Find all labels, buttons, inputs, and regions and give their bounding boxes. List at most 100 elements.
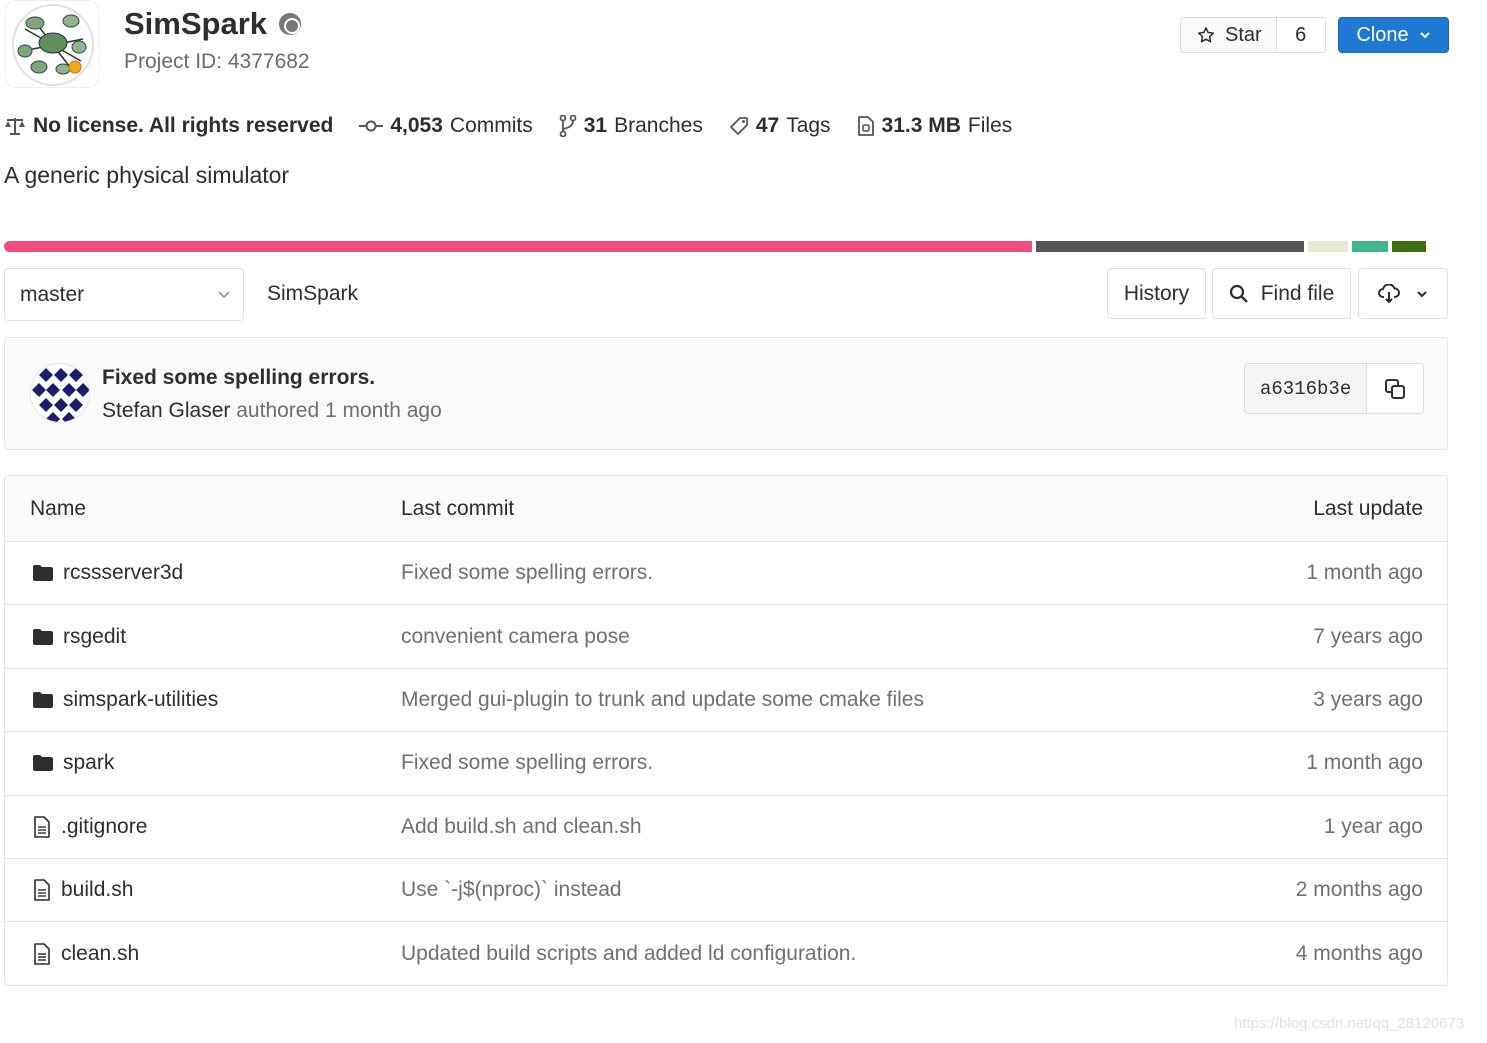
row-last-update: 4 months ago	[1295, 942, 1423, 966]
file-entry[interactable]: build.sh	[33, 878, 133, 902]
project-stats: No license. All rights reserved 4,053 Co…	[4, 114, 1038, 138]
author-avatar[interactable]	[30, 363, 90, 423]
file-icon	[34, 943, 50, 965]
star-count[interactable]: 6	[1276, 18, 1325, 52]
file-entry[interactable]: clean.sh	[33, 942, 139, 966]
branches-stat[interactable]: 31 Branches	[559, 114, 703, 138]
row-last-update: 1 year ago	[1323, 814, 1423, 838]
language-segment[interactable]	[1308, 241, 1348, 252]
file-name[interactable]: rcssserver3d	[63, 561, 183, 585]
tags-count: 47	[755, 114, 780, 137]
history-button[interactable]: History	[1107, 268, 1206, 319]
watermark: https://blog.csdn.net/qq_28120673	[1234, 1015, 1465, 1032]
commit-author[interactable]: Stefan Glaser	[102, 399, 230, 422]
row-commit-message[interactable]: Use `-j$(nproc)` instead	[401, 878, 622, 902]
branches-count: 31	[583, 114, 608, 137]
file-entry[interactable]: rsgedit	[33, 625, 126, 649]
branch-dropdown[interactable]: master	[4, 268, 244, 321]
row-commit-message[interactable]: Add build.sh and clean.sh	[401, 815, 642, 839]
identicon-icon	[31, 364, 89, 422]
project-title: SimSpark	[124, 6, 302, 42]
row-last-update: 7 years ago	[1313, 624, 1423, 648]
project-avatar	[4, 0, 100, 88]
find-file-label: Find file	[1260, 281, 1335, 305]
license-stat[interactable]: No license. All rights reserved	[4, 114, 333, 138]
star-group: Star 6	[1180, 17, 1326, 53]
row-commit-message[interactable]: convenient camera pose	[401, 625, 630, 649]
language-segment[interactable]	[1392, 241, 1426, 252]
table-body: rcssserver3d Fixed some spelling errors. 1…	[5, 542, 1447, 985]
table-row[interactable]: rsgedit convenient camera pose 7 years ago	[5, 605, 1447, 669]
project-id: Project ID: 4377682	[124, 50, 310, 73]
table-row[interactable]: simspark-utilities Merged gui-plugin to t…	[5, 669, 1447, 733]
tags-label: Tags	[786, 114, 831, 137]
file-name[interactable]: build.sh	[61, 878, 133, 902]
language-segment[interactable]	[1036, 241, 1304, 252]
file-name[interactable]: simspark-utilities	[63, 688, 218, 712]
table-row[interactable]: .gitignore Add build.sh and clean.sh 1 yea…	[5, 796, 1447, 859]
row-commit-message[interactable]: Fixed some spelling errors.	[401, 561, 653, 585]
file-name[interactable]: spark	[63, 751, 114, 775]
row-commit-message[interactable]: Updated build scripts and added ld confi…	[401, 942, 856, 966]
file-entry[interactable]: .gitignore	[33, 815, 147, 839]
language-bar	[4, 241, 1448, 252]
files-size: 31.3 MB	[881, 114, 961, 137]
copy-icon	[1385, 378, 1406, 399]
commit-time: 1 month ago	[325, 399, 442, 422]
header-last-update: Last update	[1313, 496, 1423, 520]
commit-sha-group: a6316b3e	[1244, 363, 1425, 414]
files-stat[interactable]: 31.3 MB Files	[857, 114, 1012, 138]
star-icon	[1197, 27, 1215, 43]
file-tree-table: Name Last commit Last update rcssserver3…	[4, 475, 1448, 986]
copy-sha-button[interactable]	[1367, 364, 1424, 413]
row-commit-message[interactable]: Merged gui-plugin to trunk and update so…	[401, 688, 924, 712]
tags-stat[interactable]: 47 Tags	[729, 114, 831, 138]
project-logo-icon	[12, 4, 94, 86]
table-row[interactable]: spark Fixed some spelling errors. 1 month …	[5, 732, 1447, 796]
table-row[interactable]: rcssserver3d Fixed some spelling errors. 1…	[5, 542, 1447, 606]
header-name: Name	[30, 496, 87, 520]
file-entry[interactable]: spark	[33, 751, 114, 775]
file-archive-icon	[857, 116, 874, 136]
language-segment[interactable]	[4, 241, 1032, 252]
commits-count: 4,053	[390, 114, 443, 137]
download-button[interactable]	[1358, 268, 1448, 319]
folder-icon	[33, 565, 53, 582]
commit-action: authored	[236, 399, 320, 422]
tag-icon	[729, 117, 748, 135]
file-icon	[34, 879, 50, 901]
commit-sha[interactable]: a6316b3e	[1245, 364, 1368, 413]
language-segment[interactable]	[1352, 241, 1388, 252]
star-button[interactable]: Star	[1181, 18, 1277, 52]
table-row[interactable]: clean.sh Updated build scripts and added …	[5, 922, 1447, 985]
cloud-download-icon	[1378, 283, 1400, 303]
last-commit-panel: Fixed some spelling errors. Stefan Glase…	[4, 337, 1448, 450]
public-globe-icon	[279, 13, 302, 35]
table-row[interactable]: build.sh Use `-j$(nproc)` instead 2 months…	[5, 859, 1447, 923]
file-name[interactable]: rsgedit	[63, 625, 126, 649]
file-entry[interactable]: simspark-utilities	[33, 688, 218, 712]
find-file-button[interactable]: Find file	[1212, 268, 1351, 319]
row-last-update: 2 months ago	[1295, 878, 1423, 902]
branch-name: master	[20, 282, 85, 306]
folder-icon	[33, 628, 53, 645]
folder-icon	[33, 691, 53, 708]
row-commit-message[interactable]: Fixed some spelling errors.	[401, 751, 653, 775]
project-description: A generic physical simulator	[4, 162, 290, 188]
search-icon	[1229, 284, 1248, 303]
header-last-commit: Last commit	[401, 496, 515, 520]
project-name[interactable]: SimSpark	[124, 6, 267, 42]
commits-stat[interactable]: 4,053 Commits	[359, 114, 533, 138]
branches-label: Branches	[614, 114, 703, 137]
commit-message[interactable]: Fixed some spelling errors.	[102, 366, 375, 390]
table-header: Name Last commit Last update	[5, 476, 1447, 542]
clone-label: Clone	[1356, 23, 1409, 46]
breadcrumb[interactable]: SimSpark	[267, 282, 358, 306]
file-entry[interactable]: rcssserver3d	[33, 561, 183, 585]
file-name[interactable]: clean.sh	[61, 942, 139, 966]
clone-button[interactable]: Clone	[1338, 17, 1449, 53]
chevron-down-icon	[218, 290, 230, 298]
file-name[interactable]: .gitignore	[61, 815, 147, 839]
commit-icon	[359, 120, 384, 132]
license-text: No license. All rights reserved	[33, 114, 334, 137]
